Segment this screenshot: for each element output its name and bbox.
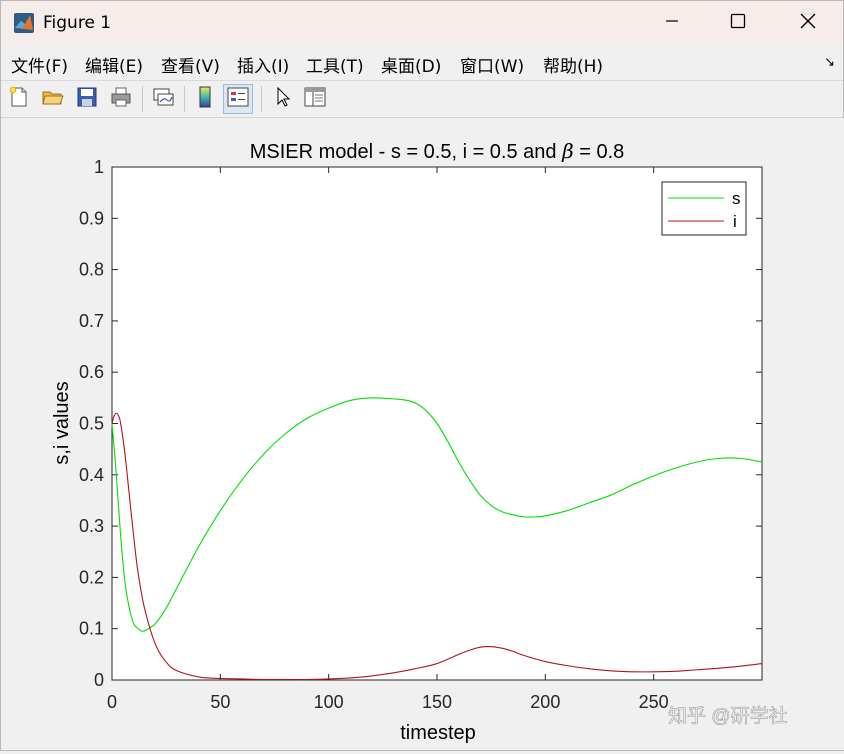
menu-edit[interactable]: 编辑(E)	[85, 52, 143, 77]
maximize-icon	[730, 13, 746, 33]
open-file-icon	[41, 85, 65, 113]
toolbar-separator	[142, 86, 143, 112]
x-tick-label: 100	[314, 692, 344, 712]
menu-desktop[interactable]: 桌面(D)	[381, 52, 441, 77]
x-tick-label: 150	[422, 692, 452, 712]
legend[interactable]: s i	[661, 181, 747, 236]
close-icon	[800, 13, 816, 33]
menu-bar: 文件(F) 编辑(E) 查看(V) 插入(I) 工具(T) 桌面(D) 窗口(W…	[1, 45, 843, 79]
menu-window[interactable]: 窗口(W)	[460, 52, 524, 77]
y-tick-label: 0.4	[79, 465, 104, 485]
plot-title-prefix: MSIER model - s = 0.5, i = 0.5 and	[250, 141, 562, 163]
colorbar-icon	[193, 85, 217, 113]
watermark-text: 知乎 @研学社	[668, 705, 788, 727]
x-tick-label: 50	[210, 692, 230, 712]
legend-button[interactable]	[223, 84, 253, 114]
plot-title: MSIER model - s = 0.5, i = 0.5 and β = 0…	[250, 139, 625, 163]
y-tick-label: 0.5	[79, 414, 104, 434]
minimize-icon	[664, 13, 680, 33]
plot-title-suffix: = 0.8	[574, 141, 625, 163]
new-figure-icon	[7, 85, 31, 113]
toolbar-separator	[184, 86, 185, 112]
save-icon	[75, 85, 99, 113]
y-axis-label: s,i values	[51, 381, 73, 464]
toolbar-separator	[261, 86, 262, 112]
plot-svg[interactable]: 0 50 100 150 200 250 0 0.1 0.2 0.3 0.4 0.5 0.6 0.7 0.8…	[2, 118, 844, 750]
y-tick-label: 0.1	[79, 619, 104, 639]
close-button[interactable]	[775, 1, 841, 45]
y-tick-label: 0	[94, 670, 104, 690]
colorbar-button[interactable]	[190, 84, 220, 114]
edit-plot-button[interactable]	[268, 84, 298, 114]
menu-view[interactable]: 查看(V)	[161, 52, 220, 77]
maximize-button[interactable]	[705, 1, 771, 45]
x-tick-label: 250	[639, 692, 669, 712]
legend-label-s: s	[732, 189, 741, 208]
menu-file[interactable]: 文件(F)	[11, 52, 68, 77]
save-button[interactable]	[72, 84, 102, 114]
y-tick-label: 0.6	[79, 362, 104, 382]
link-plot-button[interactable]	[148, 84, 178, 114]
new-figure-button[interactable]	[4, 84, 34, 114]
y-tick-label: 0.9	[79, 208, 104, 228]
print-icon	[109, 85, 133, 113]
menu-overflow-icon[interactable]: ↘	[824, 55, 835, 70]
x-axis-label: timestep	[400, 722, 476, 744]
x-tick-label: 200	[530, 692, 560, 712]
y-tick-label: 0.2	[79, 567, 104, 587]
figure-window: Figure 1 文件(F) 编辑(E) 查看(V) 插入(I) 工具(T) 桌…	[0, 0, 844, 751]
open-file-button[interactable]	[38, 84, 68, 114]
window-title: Figure 1	[43, 13, 112, 33]
y-tick-label: 1	[94, 157, 104, 177]
edit-plot-icon	[271, 85, 295, 113]
menu-tools[interactable]: 工具(T)	[306, 52, 364, 77]
minimize-button[interactable]	[639, 1, 705, 45]
y-tick-label: 0.3	[79, 516, 104, 536]
title-bar[interactable]: Figure 1	[1, 1, 843, 45]
matlab-logo-icon	[13, 12, 35, 34]
toolbar	[1, 80, 843, 118]
menu-help[interactable]: 帮助(H)	[543, 52, 603, 77]
y-tick-label: 0.7	[79, 311, 104, 331]
plot-title-beta: β	[561, 139, 574, 163]
legend-label-i: i	[733, 212, 737, 231]
link-plot-icon	[151, 85, 175, 113]
figure-canvas[interactable]: 0 50 100 150 200 250 0 0.1 0.2 0.3 0.4 0.5 0.6 0.7 0.8…	[2, 118, 844, 750]
menu-insert[interactable]: 插入(I)	[237, 52, 289, 77]
property-inspector-icon	[303, 85, 327, 113]
property-inspector-button[interactable]	[300, 84, 330, 114]
x-tick-label: 0	[107, 692, 117, 712]
print-button[interactable]	[106, 84, 136, 114]
y-tick-label: 0.8	[79, 260, 104, 280]
legend-icon	[226, 85, 250, 113]
